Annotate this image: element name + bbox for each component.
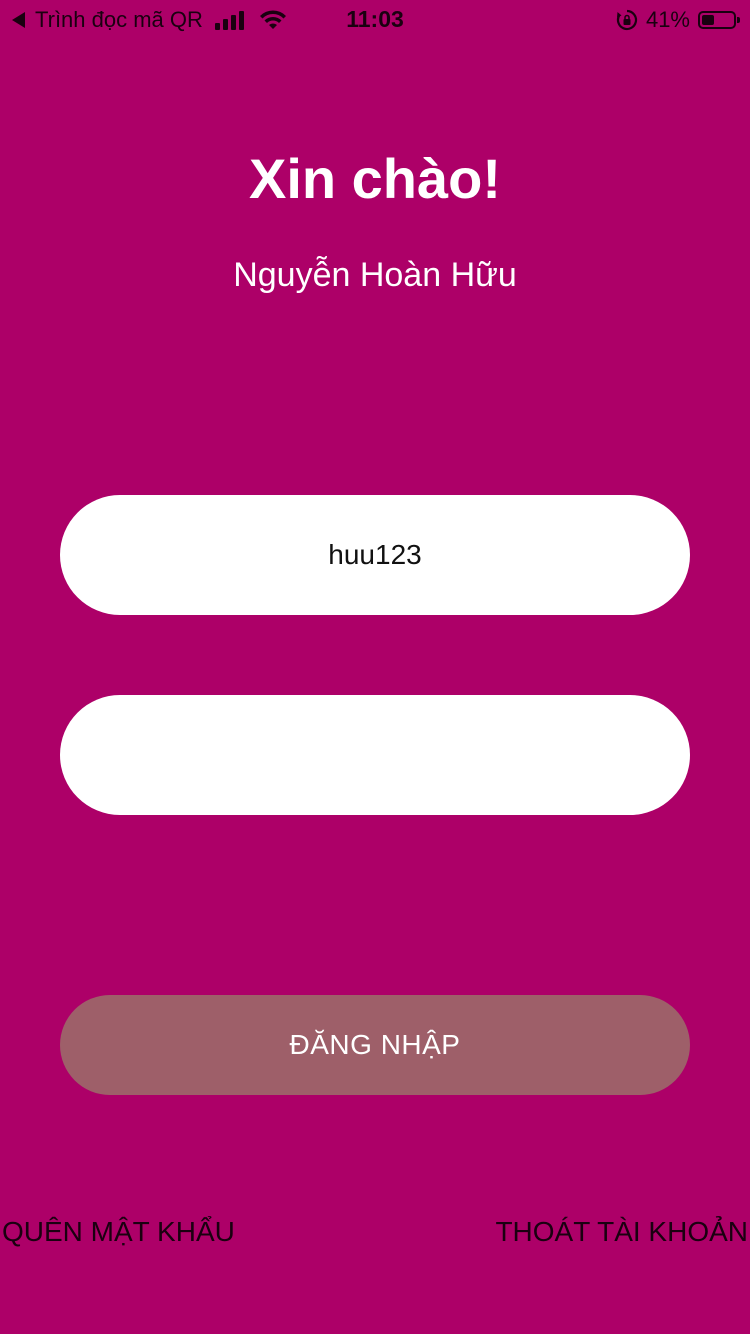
username-input[interactable]: [60, 495, 690, 615]
status-bar-right: 41%: [616, 6, 740, 34]
battery-percent: 41%: [645, 7, 690, 32]
battery-fill: [702, 15, 714, 25]
user-full-name: Nguyễn Hoàn Hữu: [233, 256, 517, 294]
login-button[interactable]: ĐĂNG NHẬP: [60, 995, 690, 1095]
rotation-lock-icon: [616, 9, 638, 31]
password-input[interactable]: [60, 695, 690, 815]
forgot-password-link[interactable]: QUÊN MẬT KHẨU: [2, 1212, 235, 1252]
status-bar: Trình đọc mã QR 11:03 41%: [0, 0, 750, 40]
battery-icon: [698, 11, 740, 29]
greeting-title: Xin chào!: [248, 147, 502, 210]
logout-link[interactable]: THOÁT TÀI KHOẢN: [495, 1212, 748, 1252]
